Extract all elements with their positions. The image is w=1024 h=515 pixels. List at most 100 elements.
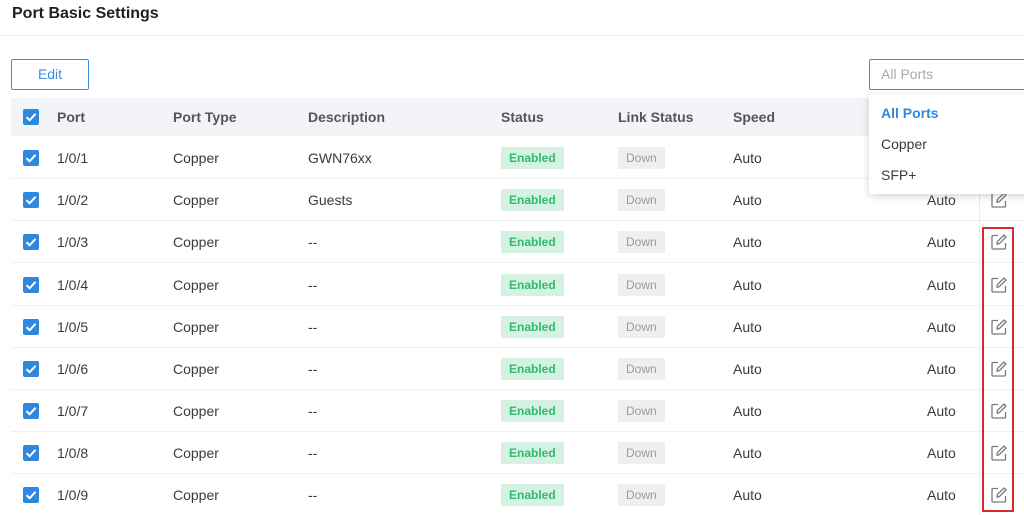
description-cell: -- <box>308 445 318 461</box>
port-type-cell: Copper <box>173 487 219 503</box>
speed-cell: Auto <box>733 361 762 377</box>
row-checkbox[interactable] <box>23 234 39 250</box>
column-header-description[interactable]: Description <box>308 98 385 136</box>
speed-cell: Auto <box>733 319 762 335</box>
link-status-badge: Down <box>618 484 665 506</box>
description-cell: -- <box>308 277 318 293</box>
title-divider <box>0 35 1024 36</box>
checkmark-icon <box>25 365 37 374</box>
link-status-badge: Down <box>618 147 665 169</box>
port-cell: 1/0/1 <box>57 150 89 166</box>
status-badge: Enabled <box>501 189 564 211</box>
duplex-cell: Auto <box>927 319 956 335</box>
speed-cell: Auto <box>733 277 762 293</box>
page-title: Port Basic Settings <box>12 5 159 22</box>
select-all-checkbox[interactable] <box>23 109 39 125</box>
port-filter-dropdown-menu: All Ports Copper SFP+ <box>869 94 1024 194</box>
port-cell: 1/0/5 <box>57 319 89 335</box>
table-row: 1/0/7 Copper -- Enabled Down Auto Auto <box>11 390 1024 432</box>
column-header-port[interactable]: Port <box>57 98 85 136</box>
edit-button[interactable]: Edit <box>11 59 89 90</box>
duplex-cell: Auto <box>927 277 956 293</box>
row-checkbox[interactable] <box>23 403 39 419</box>
checkmark-icon <box>25 323 37 332</box>
port-type-cell: Copper <box>173 150 219 166</box>
speed-cell: Auto <box>733 150 762 166</box>
duplex-cell: Auto <box>927 403 956 419</box>
dropdown-option-copper[interactable]: Copper <box>869 129 1024 159</box>
description-cell: -- <box>308 319 318 335</box>
status-badge: Enabled <box>501 442 564 464</box>
row-checkbox[interactable] <box>23 487 39 503</box>
column-header-status[interactable]: Status <box>501 98 544 136</box>
link-status-badge: Down <box>618 358 665 380</box>
row-checkbox[interactable] <box>23 445 39 461</box>
checkmark-icon <box>25 196 37 205</box>
duplex-cell: Auto <box>927 445 956 461</box>
speed-cell: Auto <box>733 234 762 250</box>
description-cell: Guests <box>308 192 353 208</box>
checkmark-icon <box>25 407 37 416</box>
port-type-cell: Copper <box>173 361 219 377</box>
duplex-cell: Auto <box>927 361 956 377</box>
port-type-cell: Copper <box>173 192 219 208</box>
description-cell: -- <box>308 403 318 419</box>
port-type-cell: Copper <box>173 277 219 293</box>
description-cell: GWN76xx <box>308 150 372 166</box>
status-badge: Enabled <box>501 484 564 506</box>
port-type-cell: Copper <box>173 403 219 419</box>
table-row: 1/0/9 Copper -- Enabled Down Auto Auto <box>11 474 1024 515</box>
checkmark-icon <box>25 281 37 290</box>
port-cell: 1/0/2 <box>57 192 89 208</box>
speed-cell: Auto <box>733 487 762 503</box>
link-status-badge: Down <box>618 231 665 253</box>
table-row: 1/0/3 Copper -- Enabled Down Auto Auto <box>11 221 1024 263</box>
port-cell: 1/0/9 <box>57 487 89 503</box>
speed-cell: Auto <box>733 192 762 208</box>
status-badge: Enabled <box>501 274 564 296</box>
port-type-cell: Copper <box>173 319 219 335</box>
table-row: 1/0/4 Copper -- Enabled Down Auto Auto <box>11 264 1024 306</box>
port-cell: 1/0/8 <box>57 445 89 461</box>
port-cell: 1/0/3 <box>57 234 89 250</box>
checkmark-icon <box>25 154 37 163</box>
description-cell: -- <box>308 487 318 503</box>
port-basic-settings-page: Port Basic Settings Edit All Ports Port … <box>0 0 1024 515</box>
checkmark-icon <box>25 113 37 122</box>
status-badge: Enabled <box>501 358 564 380</box>
duplex-cell: Auto <box>927 487 956 503</box>
row-checkbox[interactable] <box>23 361 39 377</box>
column-header-port-type[interactable]: Port Type <box>173 98 237 136</box>
description-cell: -- <box>308 361 318 377</box>
row-checkbox[interactable] <box>23 277 39 293</box>
row-checkbox[interactable] <box>23 192 39 208</box>
status-badge: Enabled <box>501 400 564 422</box>
speed-cell: Auto <box>733 403 762 419</box>
duplex-cell: Auto <box>927 234 956 250</box>
dropdown-option-sfp-plus[interactable]: SFP+ <box>869 160 1024 190</box>
speed-cell: Auto <box>733 445 762 461</box>
status-badge: Enabled <box>501 316 564 338</box>
port-type-cell: Copper <box>173 445 219 461</box>
column-header-speed[interactable]: Speed <box>733 98 775 136</box>
port-cell: 1/0/4 <box>57 277 89 293</box>
checkmark-icon <box>25 238 37 247</box>
link-status-badge: Down <box>618 442 665 464</box>
table-row: 1/0/6 Copper -- Enabled Down Auto Auto <box>11 348 1024 390</box>
annotation-highlight-box <box>982 227 1014 512</box>
port-type-cell: Copper <box>173 234 219 250</box>
row-checkbox[interactable] <box>23 319 39 335</box>
link-status-badge: Down <box>618 316 665 338</box>
row-checkbox[interactable] <box>23 150 39 166</box>
status-badge: Enabled <box>501 231 564 253</box>
table-row: 1/0/8 Copper -- Enabled Down Auto Auto <box>11 432 1024 474</box>
link-status-badge: Down <box>618 400 665 422</box>
status-badge: Enabled <box>501 147 564 169</box>
column-header-link-status[interactable]: Link Status <box>618 98 693 136</box>
link-status-badge: Down <box>618 274 665 296</box>
dropdown-option-all-ports[interactable]: All Ports <box>869 98 1024 128</box>
port-cell: 1/0/6 <box>57 361 89 377</box>
checkmark-icon <box>25 491 37 500</box>
port-filter-select[interactable]: All Ports <box>869 59 1024 90</box>
port-cell: 1/0/7 <box>57 403 89 419</box>
